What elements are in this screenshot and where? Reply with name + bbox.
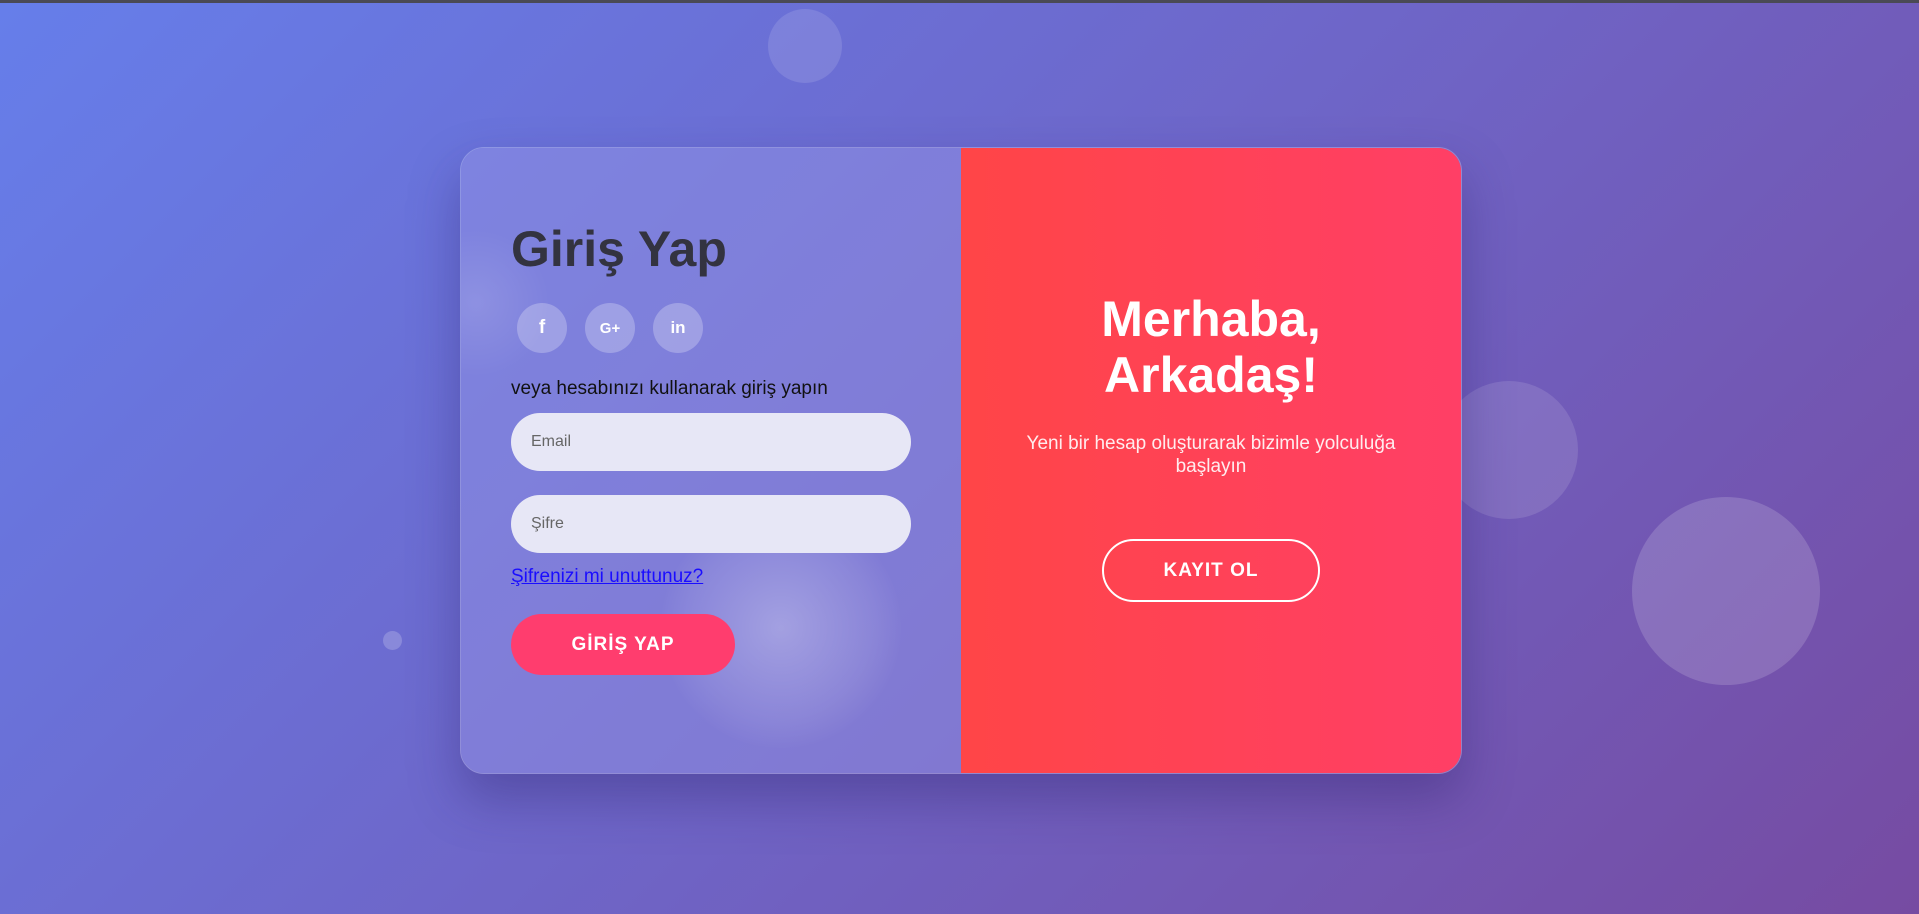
decorative-bubble	[768, 9, 842, 83]
greeting-line-1: Merhaba,	[1101, 291, 1321, 347]
greeting-line-2: Arkadaş!	[1104, 347, 1318, 403]
signup-subtitle: Yeni bir hesap oluşturarak bizimle yolcu…	[1026, 433, 1396, 477]
signup-button[interactable]: KAYIT OL	[1102, 539, 1320, 602]
forgot-password-link[interactable]: Şifrenizi mi unuttunuz?	[511, 566, 703, 588]
decorative-bubble	[383, 631, 402, 650]
login-button[interactable]: GİRİŞ YAP	[511, 614, 735, 675]
decorative-bubble	[1632, 497, 1820, 685]
auth-card: Giriş Yap f G+ in veya hesabınızı kullan…	[460, 147, 1462, 774]
login-title: Giriş Yap	[511, 221, 727, 277]
social-login-group: f G+ in	[517, 303, 703, 353]
password-input[interactable]	[511, 495, 911, 553]
email-input[interactable]	[511, 413, 911, 471]
browser-top-edge	[0, 0, 1919, 3]
facebook-login-button[interactable]: f	[517, 303, 567, 353]
linkedin-icon: in	[670, 318, 686, 337]
google-login-button[interactable]: G+	[585, 303, 635, 353]
facebook-icon: f	[538, 317, 546, 338]
login-hint: veya hesabınızı kullanarak giriş yapın	[511, 378, 828, 399]
signup-greeting: Merhaba, Arkadaş!	[961, 291, 1461, 403]
linkedin-login-button[interactable]: in	[653, 303, 703, 353]
signup-panel: Merhaba, Arkadaş! Yeni bir hesap oluştur…	[961, 148, 1461, 773]
google-plus-icon: G+	[599, 319, 621, 337]
login-panel: Giriş Yap f G+ in veya hesabınızı kullan…	[461, 148, 961, 773]
